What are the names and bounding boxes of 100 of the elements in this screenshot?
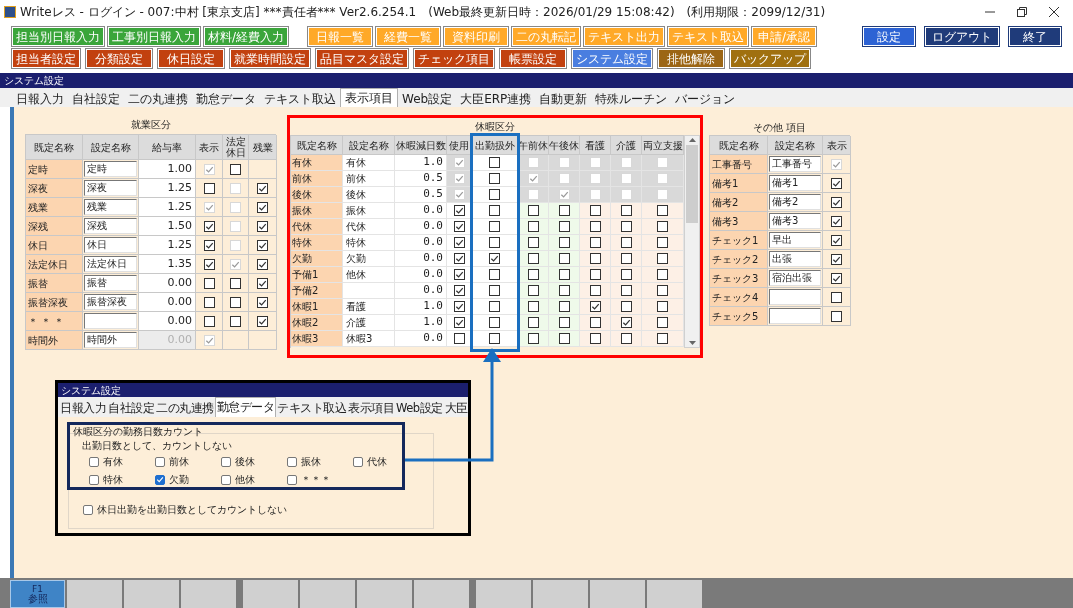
checkbox[interactable]: [589, 301, 601, 312]
input-field[interactable]: 定時: [84, 161, 137, 177]
tab[interactable]: 勤怠データ: [214, 397, 276, 417]
checkbox[interactable]: [831, 291, 842, 303]
checkbox[interactable]: [203, 277, 215, 289]
checkbox[interactable]: [831, 253, 842, 265]
tab[interactable]: 大臣: [443, 400, 468, 417]
checkbox[interactable]: [83, 504, 93, 515]
checkbox[interactable]: [453, 205, 465, 216]
input-field[interactable]: 1.35: [139, 255, 196, 274]
checkbox[interactable]: [527, 253, 539, 264]
checkbox[interactable]: [230, 163, 241, 175]
input-field[interactable]: 深夜: [84, 180, 137, 196]
checkbox[interactable]: [620, 269, 632, 280]
toolbar-button[interactable]: 設定: [863, 27, 915, 46]
checkbox[interactable]: [453, 301, 465, 312]
checkbox[interactable]: [589, 285, 601, 296]
checkbox[interactable]: [527, 237, 539, 248]
checkbox[interactable]: [589, 317, 601, 328]
checkbox[interactable]: [558, 253, 570, 264]
toolbar-button[interactable]: 品目マスタ設定: [316, 49, 408, 68]
checkbox[interactable]: [489, 173, 500, 184]
checkbox[interactable]: [257, 315, 268, 327]
toolbar-button[interactable]: システム設定: [572, 49, 652, 68]
checkbox[interactable]: [257, 239, 268, 251]
input-field[interactable]: 0.00: [139, 293, 196, 312]
input-field[interactable]: 振替: [84, 275, 137, 291]
input-field[interactable]: 1.00: [139, 160, 196, 179]
checkbox[interactable]: [353, 456, 363, 467]
checkbox[interactable]: [831, 215, 842, 227]
input-field[interactable]: 残業: [84, 199, 137, 215]
input-field[interactable]: 時間外: [84, 332, 137, 348]
checkbox[interactable]: [489, 285, 500, 296]
toolbar-button[interactable]: 終了: [1009, 27, 1061, 46]
checkbox[interactable]: [558, 269, 570, 280]
checkbox[interactable]: [453, 221, 465, 232]
input-field[interactable]: 0.00: [139, 274, 196, 293]
checkbox[interactable]: [558, 237, 570, 248]
checkbox[interactable]: [257, 296, 268, 308]
checkbox[interactable]: [527, 285, 539, 296]
checkbox[interactable]: [489, 301, 500, 312]
input-field[interactable]: 備考3: [769, 213, 821, 229]
checkbox[interactable]: [558, 301, 570, 312]
checkbox[interactable]: [230, 296, 241, 308]
input-field[interactable]: 1.25: [139, 198, 196, 217]
checkbox[interactable]: [257, 277, 268, 289]
input-field[interactable]: 1.50: [139, 217, 196, 236]
toolbar-button[interactable]: チェック項目: [414, 49, 494, 68]
scrollbar[interactable]: [684, 135, 700, 348]
checkbox-label[interactable]: 特休: [103, 472, 123, 487]
checkbox[interactable]: [489, 157, 500, 168]
input-field[interactable]: [769, 289, 821, 305]
checkbox[interactable]: [489, 221, 500, 232]
toolbar-button[interactable]: 帳票設定: [500, 49, 566, 68]
checkbox[interactable]: [589, 333, 601, 344]
checkbox[interactable]: [558, 221, 570, 232]
function-key[interactable]: F1 参照: [10, 580, 65, 608]
checkbox-label[interactable]: 代休: [367, 454, 387, 469]
input-field[interactable]: 備考2: [769, 194, 821, 210]
checkbox[interactable]: [453, 285, 465, 296]
checkbox[interactable]: [589, 269, 601, 280]
checkbox[interactable]: [831, 272, 842, 284]
input-field[interactable]: 備考1: [769, 175, 821, 191]
tab[interactable]: 表示項目: [340, 88, 398, 107]
input-field[interactable]: 休日: [84, 237, 137, 253]
toolbar-button[interactable]: 休日設定: [158, 49, 224, 68]
checkbox[interactable]: [89, 474, 99, 485]
checkbox[interactable]: [489, 333, 500, 344]
input-field[interactable]: 工事番号: [769, 156, 821, 172]
checkbox[interactable]: [589, 253, 601, 264]
scroll-up-icon[interactable]: [688, 138, 696, 142]
checkbox[interactable]: [620, 221, 632, 232]
checkbox[interactable]: [203, 315, 215, 327]
checkbox[interactable]: [489, 317, 500, 328]
checkbox[interactable]: [657, 333, 668, 344]
input-field[interactable]: 宿泊出張: [769, 270, 821, 286]
checkbox[interactable]: [203, 182, 215, 194]
checkbox[interactable]: [620, 253, 632, 264]
checkbox[interactable]: [620, 285, 632, 296]
checkbox[interactable]: [221, 456, 231, 467]
checkbox[interactable]: [453, 333, 465, 344]
toolbar-button[interactable]: 就業時間設定: [230, 49, 310, 68]
checkbox[interactable]: [589, 205, 601, 216]
checkbox[interactable]: [453, 317, 465, 328]
checkbox[interactable]: [657, 317, 668, 328]
checkbox[interactable]: [489, 237, 500, 248]
checkbox[interactable]: [155, 456, 165, 467]
scroll-down-icon[interactable]: [688, 341, 696, 345]
checkbox[interactable]: [620, 317, 632, 328]
checkbox-label[interactable]: 前休: [169, 454, 189, 469]
input-field[interactable]: [769, 308, 821, 324]
checkbox-label[interactable]: 他休: [235, 472, 255, 487]
checkbox-label[interactable]: 振休: [301, 454, 321, 469]
checkbox[interactable]: [287, 474, 297, 485]
input-field[interactable]: 0.00: [139, 312, 196, 331]
input-field[interactable]: 深残: [84, 218, 137, 234]
tab[interactable]: テキスト取込: [276, 400, 347, 417]
tab[interactable]: 二の丸連携: [155, 400, 215, 417]
checkbox[interactable]: [453, 269, 465, 280]
checkbox[interactable]: [453, 253, 465, 264]
